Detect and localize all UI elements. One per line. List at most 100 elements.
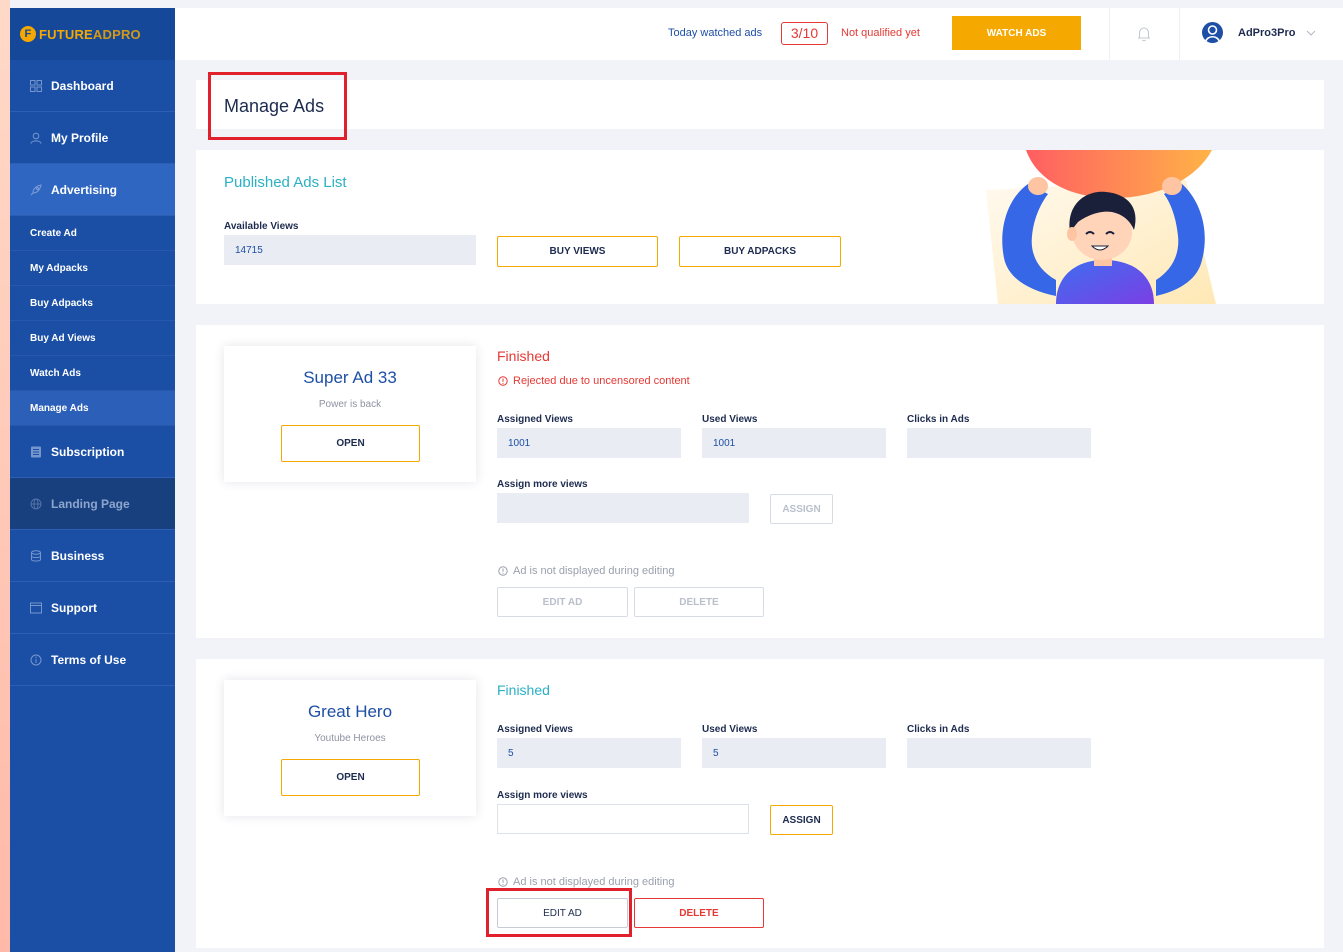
- used-views-field: 1001: [702, 428, 886, 458]
- sidebar-item-label: My Profile: [51, 130, 109, 145]
- sidebar-item-label: Advertising: [51, 182, 118, 197]
- sidebar-subitem-manage-ads[interactable]: Manage Ads: [10, 391, 175, 426]
- username[interactable]: AdPro3Pro: [1238, 27, 1295, 39]
- left-edge-decoration: [0, 0, 10, 952]
- info-icon: [30, 654, 42, 665]
- assigned-views-field: 5: [497, 738, 681, 768]
- alert-icon: [498, 376, 508, 386]
- sidebar-subitem-label: Watch Ads: [30, 367, 81, 379]
- sidebar-subitem-create-ad[interactable]: Create Ad: [10, 216, 175, 251]
- assigned-views-label: Assigned Views: [497, 414, 573, 425]
- clicks-in-ads-label: Clicks in Ads: [907, 414, 970, 425]
- published-ads-title: Published Ads List: [224, 174, 347, 191]
- today-watched-label: Today watched ads: [668, 27, 763, 39]
- assign-button: ASSIGN: [770, 494, 833, 524]
- user-avatar-icon: [1204, 25, 1221, 43]
- sidebar-item-label: Terms of Use: [51, 652, 127, 667]
- ad-status: Finished: [497, 682, 550, 698]
- ad-name: Super Ad 33: [303, 368, 397, 387]
- ad-name: Great Hero: [307, 702, 393, 721]
- sidebar-item-my-profile[interactable]: My Profile: [10, 112, 175, 164]
- sidebar-item-label: Support: [51, 600, 97, 615]
- sidebar-subitem-my-adpacks[interactable]: My Adpacks: [10, 251, 175, 286]
- assigned-views-field: 1001: [497, 428, 681, 458]
- ad-summary: Super Ad 33 Power is back OPEN: [224, 346, 476, 482]
- watch-ads-button[interactable]: WATCH ADS: [952, 16, 1081, 50]
- divider: [1179, 8, 1180, 60]
- brand-logo[interactable]: F FUTURE ADPRO: [10, 8, 175, 60]
- sidebar-subitem-label: Manage Ads: [30, 402, 89, 414]
- document-icon: [31, 446, 41, 457]
- info-icon: [498, 566, 508, 576]
- used-views-label: Used Views: [702, 724, 758, 735]
- used-views-label: Used Views: [702, 414, 758, 425]
- globe-icon: [30, 498, 42, 509]
- assign-button[interactable]: ASSIGN: [770, 805, 833, 835]
- assign-more-views-input: [497, 493, 749, 523]
- watched-ads-counter: 3/10: [781, 22, 828, 45]
- sidebar-item-dashboard[interactable]: Dashboard: [10, 60, 175, 112]
- ad-card: Super Ad 33 Power is back OPEN Finished …: [196, 325, 1324, 638]
- sidebar-item-label: Landing Page: [51, 496, 130, 511]
- sidebar-subitem-label: Buy Ad Views: [30, 332, 96, 344]
- sidebar-item-terms-of-use[interactable]: Terms of Use: [10, 634, 175, 686]
- sidebar-subitem-label: Buy Adpacks: [30, 297, 93, 309]
- clicks-in-ads-field: [907, 738, 1091, 768]
- divider: [1109, 8, 1110, 60]
- open-ad-button[interactable]: OPEN: [281, 425, 420, 462]
- sidebar-subitem-watch-ads[interactable]: Watch Ads: [10, 356, 175, 391]
- highlight-box-title: [208, 72, 347, 140]
- ad-status: Finished: [497, 348, 550, 364]
- clicks-in-ads-label: Clicks in Ads: [907, 724, 970, 735]
- database-icon: [31, 549, 41, 561]
- hero-illustration: [986, 150, 1216, 304]
- ad-summary: Great Hero Youtube Heroes OPEN: [224, 680, 476, 816]
- available-views-field: 14715: [224, 235, 476, 265]
- highlight-box-edit: [486, 888, 632, 937]
- sidebar-subitem-buy-adpacks[interactable]: Buy Adpacks: [10, 286, 175, 321]
- sidebar-item-label: Business: [51, 548, 105, 563]
- sidebar-item-landing-page[interactable]: Landing Page: [10, 478, 175, 530]
- open-ad-button[interactable]: OPEN: [281, 759, 420, 796]
- published-ads-card: Published Ads List Available Views 14715…: [196, 150, 1324, 304]
- sidebar: F FUTURE ADPRO Dashboard My Profile Adver…: [10, 8, 175, 952]
- rejection-reason: Rejected due to uncensored content: [513, 375, 690, 387]
- available-views-label: Available Views: [224, 221, 299, 232]
- sidebar-item-label: Subscription: [51, 444, 125, 459]
- assigned-views-label: Assigned Views: [497, 724, 573, 735]
- sidebar-item-label: Dashboard: [51, 78, 114, 93]
- editing-note: Ad is not displayed during editing: [513, 565, 675, 577]
- sidebar-item-support[interactable]: Support: [10, 582, 175, 634]
- logo-text-prefix: FUTURE: [39, 26, 93, 42]
- top-bar: Today watched ads 3/10 Not qualified yet…: [175, 8, 1343, 60]
- edit-ad-button: EDIT AD: [497, 587, 628, 617]
- avatar[interactable]: [1202, 22, 1223, 43]
- sidebar-item-advertising[interactable]: Advertising: [10, 164, 175, 216]
- ad-subtitle: Power is back: [318, 399, 382, 410]
- editing-note: Ad is not displayed during editing: [513, 876, 675, 888]
- bell-icon[interactable]: [1137, 26, 1151, 42]
- qualification-status: Not qualified yet: [841, 27, 920, 39]
- buy-views-button[interactable]: BUY VIEWS: [497, 236, 658, 267]
- window-icon: [30, 602, 42, 613]
- sidebar-subitem-label: Create Ad: [30, 227, 77, 239]
- page-title-card: Manage Ads: [196, 80, 1324, 129]
- sidebar-subitem-buy-ad-views[interactable]: Buy Ad Views: [10, 321, 175, 356]
- buy-adpacks-button[interactable]: BUY ADPACKS: [679, 236, 841, 267]
- grid-icon: [30, 79, 42, 92]
- delete-ad-button: DELETE: [634, 587, 764, 617]
- assign-more-views-input[interactable]: [497, 804, 749, 834]
- ad-card: Great Hero Youtube Heroes OPEN Finished …: [196, 659, 1324, 948]
- used-views-field: 5: [702, 738, 886, 768]
- user-icon: [30, 132, 42, 144]
- clicks-in-ads-field: [907, 428, 1091, 458]
- rocket-icon: [30, 183, 42, 195]
- chevron-down-icon[interactable]: [1306, 29, 1316, 37]
- sidebar-subitem-label: My Adpacks: [30, 262, 88, 274]
- sidebar-item-subscription[interactable]: Subscription: [10, 426, 175, 478]
- delete-ad-button[interactable]: DELETE: [634, 898, 764, 928]
- logo-mark-icon: F: [20, 26, 36, 42]
- sidebar-item-business[interactable]: Business: [10, 530, 175, 582]
- assign-more-views-label: Assign more views: [497, 479, 588, 490]
- logo-text-accent: ADPRO: [92, 26, 141, 42]
